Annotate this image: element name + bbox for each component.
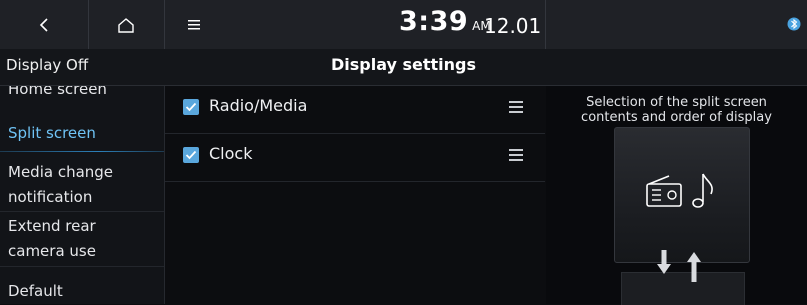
sidebar-divider xyxy=(0,211,164,212)
date: 12.01 xyxy=(484,14,542,38)
sidebar-divider xyxy=(0,266,164,267)
sidebar-item-home-screen[interactable]: Home screen xyxy=(0,86,164,102)
clock: 3:39 AM xyxy=(399,6,491,46)
radio-icon xyxy=(646,175,682,207)
drag-handle-icon[interactable] xyxy=(509,149,523,161)
title-bar: Display Off Display settings xyxy=(0,49,807,86)
split-preview-box xyxy=(614,127,750,263)
sidebar-item-default[interactable]: Default xyxy=(0,279,164,304)
status-divider xyxy=(545,0,546,49)
chevron-left-icon xyxy=(39,17,48,32)
menu-button[interactable] xyxy=(164,0,224,49)
home-button[interactable] xyxy=(88,0,165,49)
checkmark-icon xyxy=(185,102,197,112)
clock-time: 3:39 xyxy=(399,6,469,37)
sidebar: Home screen Split screen Media change no… xyxy=(0,86,165,304)
status-bar: 3:39 AM 12.01 xyxy=(0,0,807,49)
swap-order-arrows-icon xyxy=(657,250,701,282)
music-note-icon xyxy=(692,173,713,208)
split-screen-list: Radio/Media Clock xyxy=(165,86,545,304)
drag-handle-icon[interactable] xyxy=(509,101,523,113)
preview-description: Selection of the split screen contents a… xyxy=(581,95,772,125)
active-indicator xyxy=(0,151,164,152)
hamburger-menu-icon xyxy=(188,19,200,29)
list-item-label: Clock xyxy=(209,144,253,163)
list-item-clock[interactable]: Clock xyxy=(165,134,545,182)
sidebar-item-media-change-notification[interactable]: Media change notification xyxy=(0,160,164,210)
checkbox-clock[interactable] xyxy=(183,147,199,163)
sidebar-item-extend-rear-camera-use[interactable]: Extend rear camera use xyxy=(0,214,164,264)
row-divider xyxy=(165,181,545,182)
list-item-label: Radio/Media xyxy=(209,96,308,115)
checkmark-icon xyxy=(185,150,197,160)
checkbox-radio-media[interactable] xyxy=(183,99,199,115)
sidebar-item-split-screen[interactable]: Split screen xyxy=(0,121,164,146)
home-icon xyxy=(118,17,134,33)
preview-panel: Selection of the split screen contents a… xyxy=(546,86,807,305)
list-item-radio-media[interactable]: Radio/Media xyxy=(165,86,545,134)
page-title: Display settings xyxy=(330,55,477,74)
bluetooth-icon xyxy=(787,17,801,31)
back-button[interactable] xyxy=(0,0,89,49)
